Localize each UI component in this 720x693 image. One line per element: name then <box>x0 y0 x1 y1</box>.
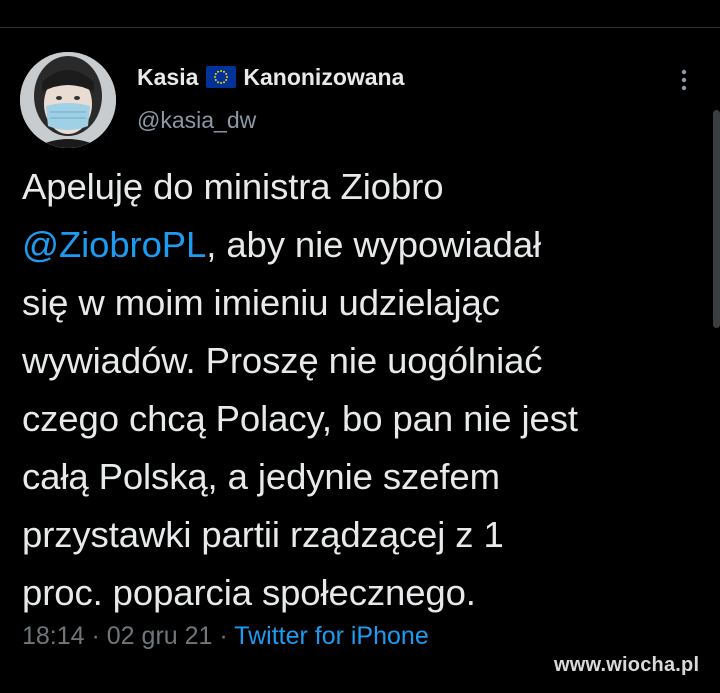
tweet-line-8: proc. poparcia społecznego. <box>22 572 476 613</box>
tweet-time[interactable]: 18:14 <box>22 622 85 650</box>
tweet-line-5: czego chcą Polacy, bo pan nie jest <box>22 398 578 439</box>
mention-link[interactable]: @ZiobroPL <box>22 224 206 265</box>
tweet-source-link[interactable]: Twitter for iPhone <box>234 622 429 650</box>
tweet-text: Apeluję do ministra Ziobro @ZiobroPL, ab… <box>22 158 710 622</box>
tweet-line-2-rest: , aby nie wypowiadał <box>206 224 542 265</box>
author-first-name[interactable]: Kasia <box>137 62 198 92</box>
tweet-line-2: @ZiobroPL, aby nie wypowiadał <box>22 216 710 274</box>
author-handle[interactable]: @kasia_dw <box>137 105 256 135</box>
meta-separator: · <box>84 622 107 650</box>
author-last-name[interactable]: Kanonizowana <box>243 62 404 92</box>
watermark: www.wiocha.pl <box>554 654 700 676</box>
tweet-line-3: się w moim imieniu udzielając <box>22 282 500 323</box>
top-divider <box>0 27 720 28</box>
tweet-line-7: przystawki partii rządzącej z 1 <box>22 514 504 555</box>
avatar-photo <box>20 52 116 148</box>
tweet-line-4: wywiadów. Proszę nie uogólniać <box>22 340 543 381</box>
tweet-date[interactable]: 02 gru 21 <box>107 622 213 650</box>
author-name[interactable]: Kasia Kanonizowana <box>137 62 404 92</box>
tweet-metadata: 18:14 · 02 gru 21 · Twitter for iPhone <box>22 620 429 652</box>
tweet-line-1: Apeluję do ministra Ziobro <box>22 166 444 207</box>
eu-flag-icon <box>206 66 237 88</box>
avatar[interactable] <box>20 52 116 148</box>
meta-separator: · <box>212 622 235 650</box>
scrollbar-thumb[interactable] <box>713 110 720 328</box>
tweet-line-6: całą Polską, a jedynie szefem <box>22 456 500 497</box>
more-options-icon[interactable] <box>672 66 696 94</box>
